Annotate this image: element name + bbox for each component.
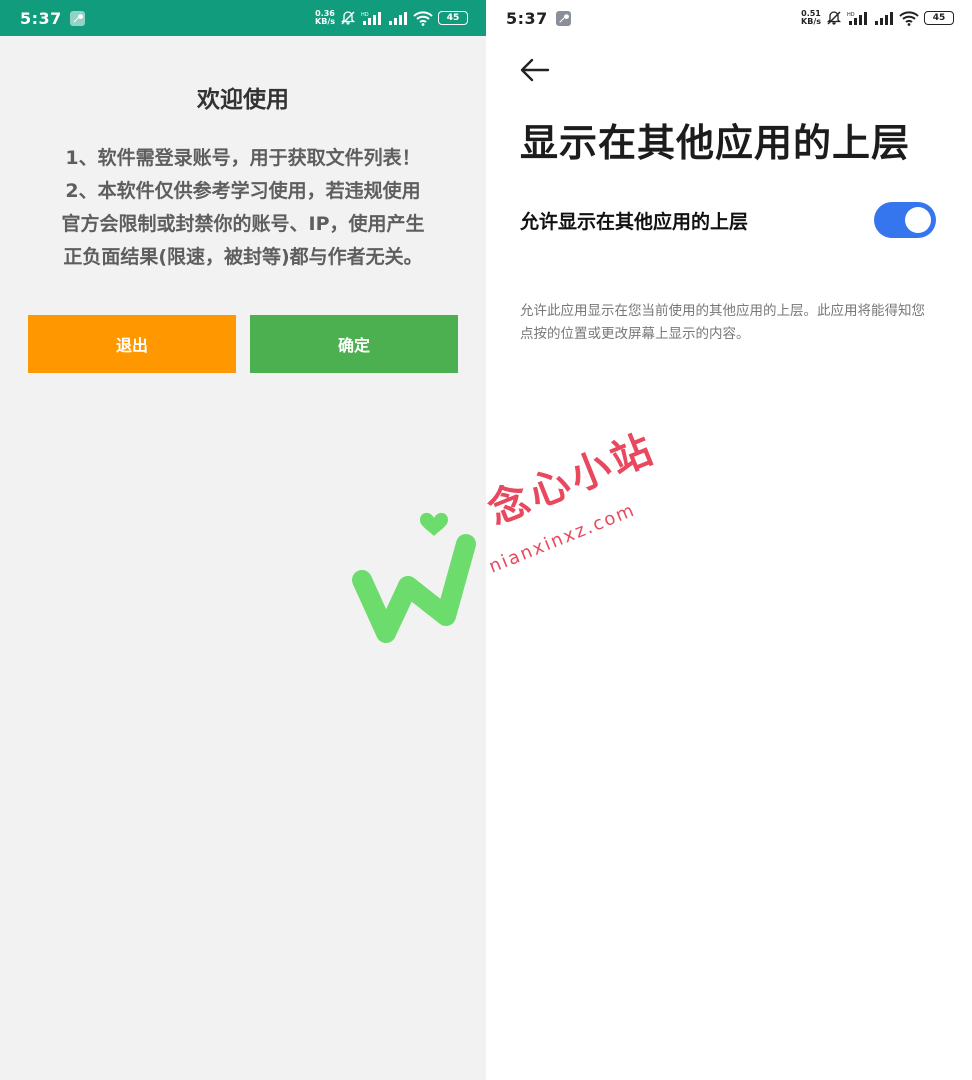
dialog-line: 1、软件需登录账号，用于获取文件列表！ [65, 147, 421, 169]
battery-icon: 45 [438, 11, 468, 25]
signal-icon: HD [361, 11, 383, 25]
status-time: 5:37 [20, 8, 62, 28]
signal-icon: HD [847, 11, 869, 25]
exit-button[interactable]: 退出 [28, 315, 236, 373]
signal-2-icon [388, 11, 408, 25]
left-screen: 5:37 0.36 KB/s HD 45 欢迎使用 1、软件需登录账号，用于获取… [0, 0, 486, 1080]
overlay-permission-toggle[interactable] [874, 202, 936, 238]
svg-text:HD: HD [361, 12, 369, 18]
toggle-knob [905, 207, 931, 233]
back-arrow-icon[interactable] [518, 55, 552, 85]
dialog-line: 2、本软件仅供参考学习使用，若违规使用 [65, 180, 421, 202]
right-screen: 5:37 0.51 KB/s HD 45 显示在其他应用的上层 允许显示在其他应… [486, 0, 972, 1080]
wifi-icon [413, 10, 433, 26]
wifi-icon [899, 10, 919, 26]
confirm-button[interactable]: 确定 [250, 315, 458, 373]
status-time: 5:37 [506, 8, 548, 28]
mute-icon [826, 10, 842, 26]
dialog-title: 欢迎使用 [197, 87, 289, 113]
status-bar: 5:37 0.51 KB/s HD 45 [486, 0, 972, 36]
network-speed: 0.51 KB/s [801, 9, 821, 26]
network-speed: 0.36 KB/s [315, 9, 335, 26]
mute-icon [340, 10, 356, 26]
status-bar: 5:37 0.36 KB/s HD 45 [0, 0, 486, 36]
dialog-line: 正负面结果(限速，被封等)都与作者无关。 [63, 246, 423, 268]
dialog-message: 1、软件需登录账号，用于获取文件列表！ 2、本软件仅供参考学习使用，若违规使用 … [24, 142, 462, 274]
setting-description: 允许此应用显示在您当前使用的其他应用的上层。此应用将能得知您点按的位置或更改屏幕… [520, 303, 925, 342]
signal-2-icon [874, 11, 894, 25]
battery-icon: 45 [924, 11, 954, 25]
page-title: 显示在其他应用的上层 [520, 121, 911, 165]
wrench-icon [555, 10, 571, 26]
svg-text:HD: HD [847, 12, 855, 18]
wrench-icon [69, 10, 85, 26]
dialog-line: 官方会限制或封禁你的账号、IP，使用产生 [61, 213, 425, 235]
setting-label: 允许显示在其他应用的上层 [520, 211, 749, 233]
